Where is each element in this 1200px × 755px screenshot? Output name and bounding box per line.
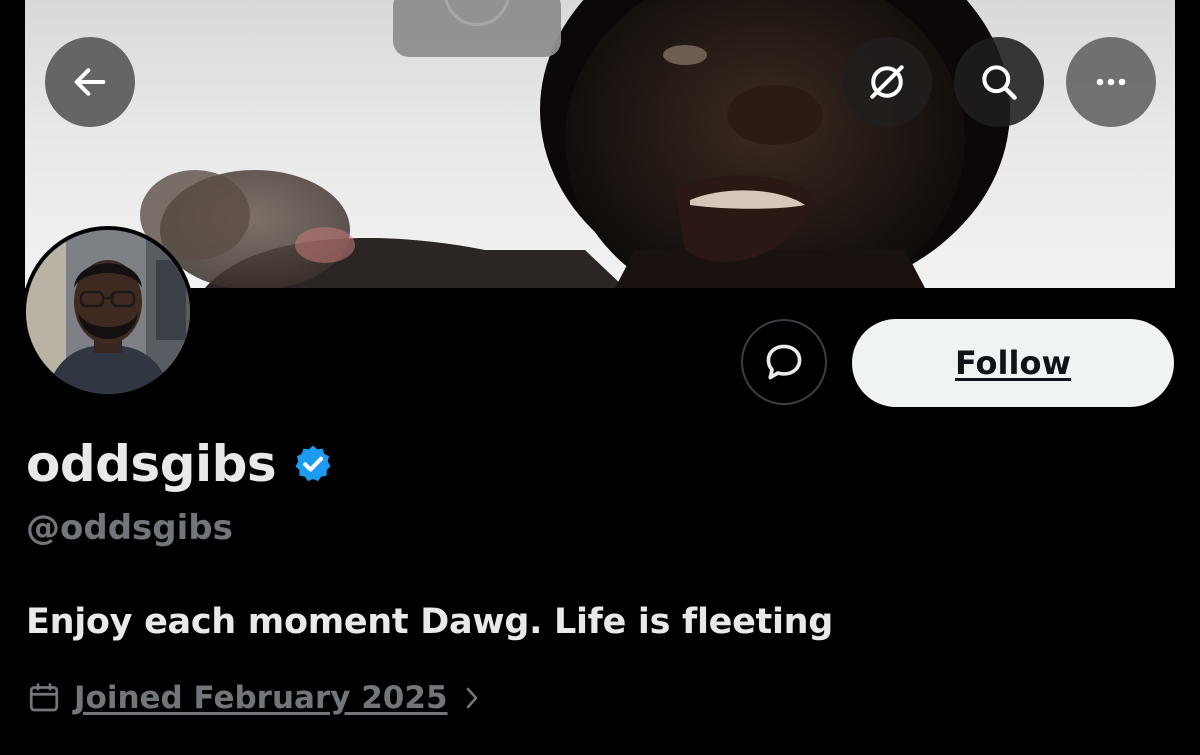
handle: @oddsgibs (26, 508, 233, 548)
message-icon (766, 344, 802, 380)
more-button[interactable] (1066, 37, 1156, 127)
search-button[interactable] (954, 37, 1044, 127)
profile-page: Follow oddsgibs @oddsgibs Enjoy each mom… (0, 0, 1200, 755)
follow-button[interactable]: Follow (852, 319, 1174, 407)
avatar-image (26, 230, 190, 394)
more-horizontal-icon (1096, 78, 1126, 86)
display-name-row: oddsgibs (26, 432, 334, 496)
grok-icon (870, 65, 904, 99)
arrow-left-icon (74, 68, 106, 96)
bio: Enjoy each moment Dawg. Life is fleeting (26, 602, 834, 642)
display-name: oddsgibs (26, 435, 277, 493)
verified-badge-icon[interactable] (292, 443, 334, 485)
joined-date[interactable]: Joined February 2025 (74, 680, 448, 716)
back-button[interactable] (45, 37, 135, 127)
search-icon (982, 65, 1017, 100)
message-button[interactable] (741, 319, 827, 405)
calendar-icon (29, 683, 59, 712)
grok-button[interactable] (842, 37, 932, 127)
joined-row[interactable]: Joined February 2025 (26, 676, 484, 720)
avatar[interactable] (22, 226, 194, 398)
chevron-right-icon (466, 687, 477, 709)
banner-overlay-pill (393, 0, 561, 57)
